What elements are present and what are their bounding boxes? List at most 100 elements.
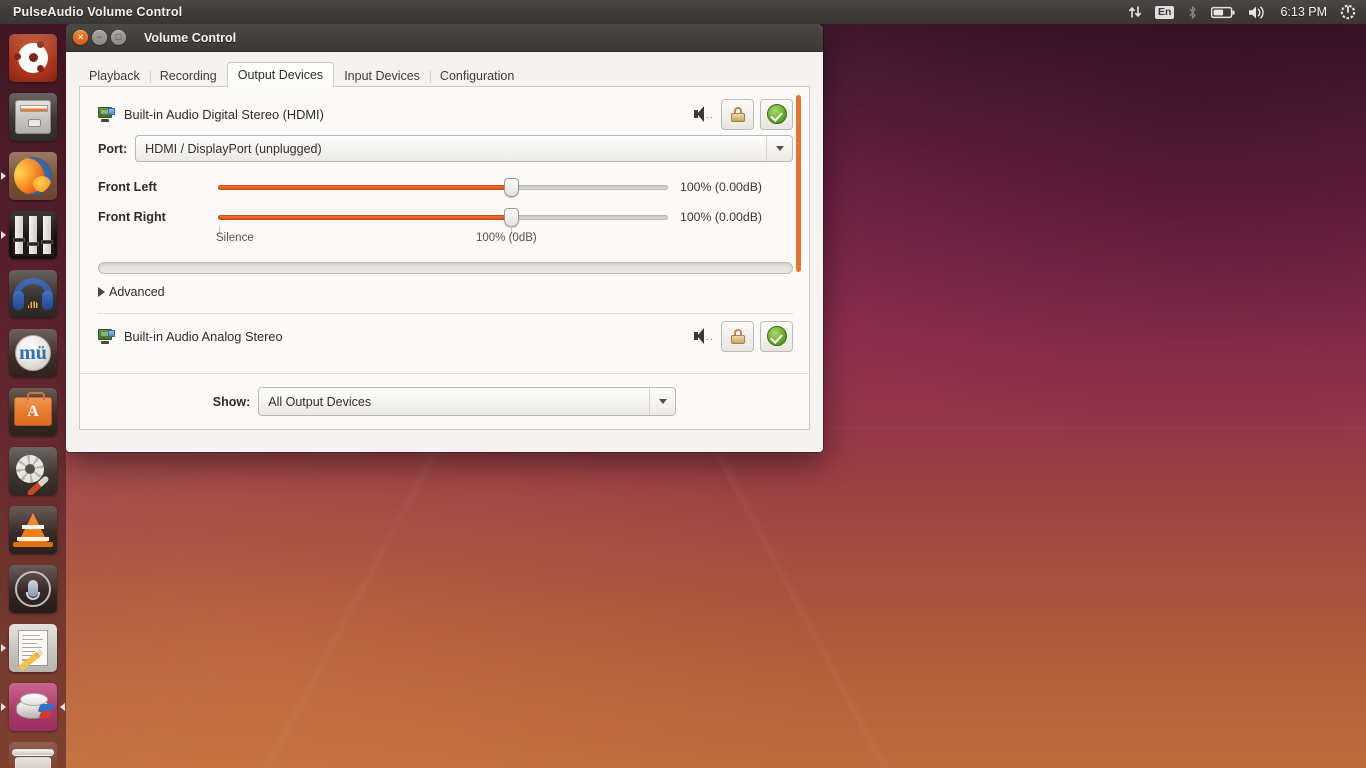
ubuntu-logo-icon xyxy=(9,33,57,82)
panel-app-title[interactable]: PulseAudio Volume Control xyxy=(13,5,182,19)
slider-thumb[interactable] xyxy=(503,207,519,227)
port-row: Port: HDMI / DisplayPort (unplugged) xyxy=(98,135,793,162)
keyboard-layout-indicator[interactable]: En xyxy=(1155,5,1175,19)
launcher-item-pulseaudio-volume-control[interactable] xyxy=(0,677,66,736)
speaker-mute-icon[interactable]: ·· xyxy=(693,326,715,346)
launcher-item-ubuntu-dash[interactable] xyxy=(0,28,66,87)
launcher-item-software-center[interactable]: A xyxy=(0,382,66,441)
network-updown-icon[interactable] xyxy=(1128,5,1142,19)
check-circle-icon xyxy=(766,104,787,124)
trash-icon xyxy=(9,741,57,768)
chevron-right-icon xyxy=(98,287,105,297)
volume-scale: Silence 100% (0dB) xyxy=(98,226,793,252)
device-actions: ·· xyxy=(693,98,793,130)
device-name: Built-in Audio Analog Stereo xyxy=(124,328,283,344)
musescore-icon: mü xyxy=(9,328,57,377)
microphone-icon xyxy=(9,564,57,613)
show-label: Show: xyxy=(212,394,251,409)
clock-indicator[interactable]: 6:13 PM xyxy=(1280,5,1327,19)
channel-value: 100% (0.00dB) xyxy=(680,180,763,194)
tab-bar: Playback Recording Output Devices Input … xyxy=(79,62,810,87)
port-dropdown[interactable]: HDMI / DisplayPort (unplugged) xyxy=(135,135,793,162)
running-indicator-left xyxy=(1,230,6,239)
running-indicator-left xyxy=(1,702,6,711)
software-center-icon: A xyxy=(9,387,57,436)
channel-label: Front Left xyxy=(98,180,157,194)
device-header: Built-in Audio Analog Stereo ·· xyxy=(98,320,793,352)
device-card-analog: Built-in Audio Analog Stereo ·· xyxy=(98,320,793,352)
audio-device-icon xyxy=(98,106,115,122)
launcher-item-text-editor[interactable] xyxy=(0,618,66,677)
window-title: Volume Control xyxy=(144,30,237,45)
tab-configuration[interactable]: Configuration xyxy=(429,64,524,87)
tab-input-devices[interactable]: Input Devices xyxy=(334,64,430,87)
device-card-hdmi: Built-in Audio Digital Stereo (HDMI) ·· xyxy=(98,98,793,314)
window-body: Playback Recording Output Devices Input … xyxy=(66,52,823,452)
firefox-icon xyxy=(9,151,57,200)
launcher-item-trash[interactable] xyxy=(0,736,66,768)
tab-output-devices[interactable]: Output Devices xyxy=(226,62,335,87)
close-icon[interactable]: × xyxy=(73,30,88,45)
bluetooth-icon[interactable] xyxy=(1187,5,1198,20)
chevron-down-icon xyxy=(766,136,792,161)
system-settings-icon xyxy=(9,446,57,495)
top-panel: PulseAudio Volume Control En 6:13 PM xyxy=(0,0,1366,24)
maximize-icon[interactable]: □ xyxy=(111,30,126,45)
set-as-fallback-button[interactable] xyxy=(760,320,793,352)
files-icon xyxy=(9,92,57,141)
vlc-icon xyxy=(9,505,57,554)
battery-icon[interactable] xyxy=(1211,6,1236,19)
indicator-area: En 6:13 PM xyxy=(1128,4,1366,20)
speaker-mute-icon[interactable]: ·· xyxy=(693,104,715,124)
vertical-scrollbar[interactable] xyxy=(796,95,801,272)
slider-fill xyxy=(218,214,511,220)
focused-indicator-right xyxy=(60,702,65,711)
device-name: Built-in Audio Digital Stereo (HDMI) xyxy=(124,106,324,122)
device-separator xyxy=(98,313,793,314)
launcher-item-firefox[interactable] xyxy=(0,146,66,205)
minimize-icon[interactable]: − xyxy=(92,30,107,45)
volume-icon[interactable] xyxy=(1248,5,1267,20)
running-indicator-left xyxy=(1,171,6,180)
tab-playback[interactable]: Playback xyxy=(79,64,150,87)
volume-control-window: × − □ Volume Control Playback Recording … xyxy=(66,24,823,452)
pulseaudio-volume-control-icon xyxy=(9,682,57,731)
show-filter-row: Show: All Output Devices xyxy=(80,373,809,429)
channel-label: Front Right xyxy=(98,210,166,224)
launcher-item-vlc[interactable] xyxy=(0,500,66,559)
tab-recording[interactable]: Recording xyxy=(149,64,227,87)
volume-slider-track[interactable] xyxy=(218,207,668,227)
lock-channels-button[interactable] xyxy=(721,98,754,130)
check-circle-icon xyxy=(766,326,787,346)
launcher-item-musescore[interactable]: mü xyxy=(0,323,66,382)
output-devices-panel: Built-in Audio Digital Stereo (HDMI) ·· xyxy=(79,87,810,430)
launcher-item-files[interactable] xyxy=(0,87,66,146)
device-header: Built-in Audio Digital Stereo (HDMI) ·· xyxy=(98,98,793,130)
lock-icon xyxy=(730,106,745,122)
device-list-scroll-area[interactable]: Built-in Audio Digital Stereo (HDMI) ·· xyxy=(80,87,809,373)
set-as-fallback-button[interactable] xyxy=(760,98,793,130)
show-dropdown[interactable]: All Output Devices xyxy=(258,387,677,416)
launcher-item-system-settings[interactable] xyxy=(0,441,66,500)
show-value: All Output Devices xyxy=(268,394,372,409)
slider-thumb[interactable] xyxy=(503,177,519,197)
window-titlebar[interactable]: × − □ Volume Control xyxy=(66,24,823,52)
channel-slider-front-right: Front Right 100% (0.00dB) xyxy=(98,202,793,232)
lock-channels-button[interactable] xyxy=(721,320,754,352)
launcher-item-audacity[interactable] xyxy=(0,264,66,323)
advanced-label: Advanced xyxy=(109,285,165,299)
lock-icon xyxy=(730,328,745,344)
keyboard-layout-label: En xyxy=(1155,5,1175,19)
volume-slider-track[interactable] xyxy=(218,177,668,197)
running-indicator-left xyxy=(1,643,6,652)
port-value: HDMI / DisplayPort (unplugged) xyxy=(145,141,322,156)
advanced-expander[interactable]: Advanced xyxy=(98,285,793,299)
channel-slider-front-left: Front Left 100% (0.00dB) xyxy=(98,172,793,202)
text-editor-icon xyxy=(9,623,57,672)
gear-power-icon[interactable] xyxy=(1340,4,1356,20)
device-actions: ·· xyxy=(693,320,793,352)
scale-label-base: 100% (0dB) xyxy=(476,232,537,244)
launcher-item-sound-recorder[interactable] xyxy=(0,559,66,618)
peak-level-meter xyxy=(98,262,793,274)
launcher-item-mixer[interactable] xyxy=(0,205,66,264)
